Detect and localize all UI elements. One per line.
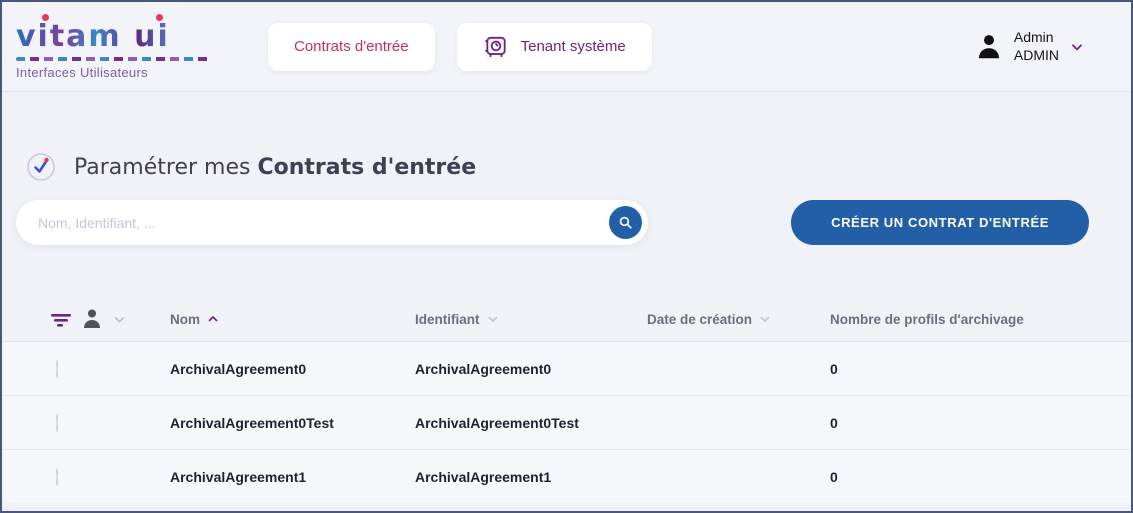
user-avatar-icon	[974, 32, 1004, 62]
column-header-profils: Nombre de profils d'archivage	[830, 311, 1024, 327]
app-header: vitam ui Interfaces Utilisateurs Contrat…	[2, 2, 1131, 92]
status-active-dot	[56, 467, 58, 486]
safe-icon	[483, 34, 509, 60]
user-last-name: ADMIN	[1013, 46, 1059, 63]
main-content: Paramétrer mes Contrats d'entrée CRÉER U…	[2, 152, 1131, 503]
nav-tenant-systeme-label: Tenant système	[520, 38, 626, 55]
table-header-icons	[2, 307, 170, 331]
search-icon	[617, 214, 634, 231]
status-active-dot	[56, 359, 58, 378]
user-first-name: Admin	[1013, 29, 1054, 45]
contracts-table: Nom Identifiant Date de création Nombre …	[2, 297, 1131, 503]
cell-profils: 0	[830, 414, 838, 431]
logo-dashed-underline	[16, 56, 212, 61]
status-cell	[2, 359, 170, 378]
cell-identifiant: ArchivalAgreement0Test	[415, 414, 579, 431]
sort-chevron-down-icon	[486, 312, 500, 326]
action-row: CRÉER UN CONTRAT D'ENTRÉE	[16, 200, 1117, 245]
vitamui-logo[interactable]: vitam ui Interfaces Utilisateurs	[16, 13, 226, 80]
person-filter-chevron-down-icon[interactable]	[112, 312, 127, 327]
column-header-nom[interactable]: Nom	[170, 312, 415, 327]
sort-chevron-down-icon	[758, 312, 772, 326]
cell-profils: 0	[830, 360, 838, 377]
person-filter-icon[interactable]	[80, 307, 104, 331]
search-button[interactable]	[609, 206, 642, 239]
filter-icon[interactable]	[50, 310, 72, 328]
table-row[interactable]: ArchivalAgreement0 ArchivalAgreement0 0	[2, 341, 1131, 395]
check-circle-icon	[26, 152, 56, 182]
cell-identifiant: ArchivalAgreement0	[415, 360, 552, 377]
status-active-dot	[56, 413, 58, 432]
page-title-prefix: Paramétrer mes	[74, 154, 258, 180]
cell-nom: ArchivalAgreement1	[170, 468, 307, 485]
nav-contrats-entree-button[interactable]: Contrats d'entrée	[268, 22, 435, 71]
column-header-identifiant[interactable]: Identifiant	[415, 312, 647, 327]
create-contract-button[interactable]: CRÉER UN CONTRAT D'ENTRÉE	[791, 200, 1089, 245]
nav-contrats-entree-label: Contrats d'entrée	[294, 38, 409, 55]
table-row[interactable]: ArchivalAgreement1 ArchivalAgreement1 0	[2, 449, 1131, 503]
table-header-row: Nom Identifiant Date de création Nombre …	[2, 297, 1131, 341]
nav-tenant-systeme-button[interactable]: Tenant système	[456, 22, 652, 71]
top-navigation: Contrats d'entrée Tenant système	[268, 22, 652, 71]
cell-nom: ArchivalAgreement0Test	[170, 414, 334, 431]
search-input[interactable]	[38, 214, 609, 231]
cell-nom: ArchivalAgreement0	[170, 360, 307, 377]
search-bar	[16, 200, 648, 245]
page-title-row: Paramétrer mes Contrats d'entrée	[26, 152, 1117, 182]
table-row[interactable]: ArchivalAgreement0Test ArchivalAgreement…	[2, 395, 1131, 449]
column-header-date-creation[interactable]: Date de création	[647, 312, 830, 327]
user-name: Admin ADMIN	[1014, 29, 1059, 64]
page-title-emphasis: Contrats d'entrée	[257, 154, 477, 180]
status-cell	[2, 413, 170, 432]
logo-subtitle: Interfaces Utilisateurs	[16, 64, 148, 80]
page-title: Paramétrer mes Contrats d'entrée	[74, 155, 476, 180]
status-cell	[2, 467, 170, 486]
cell-identifiant: ArchivalAgreement1	[415, 468, 552, 485]
user-menu[interactable]: Admin ADMIN	[974, 29, 1085, 64]
sort-asc-chevron-up-icon	[206, 312, 220, 326]
user-menu-chevron-down-icon	[1069, 39, 1085, 55]
cell-profils: 0	[830, 468, 838, 485]
logo-brand-text: vitam ui	[16, 13, 226, 52]
